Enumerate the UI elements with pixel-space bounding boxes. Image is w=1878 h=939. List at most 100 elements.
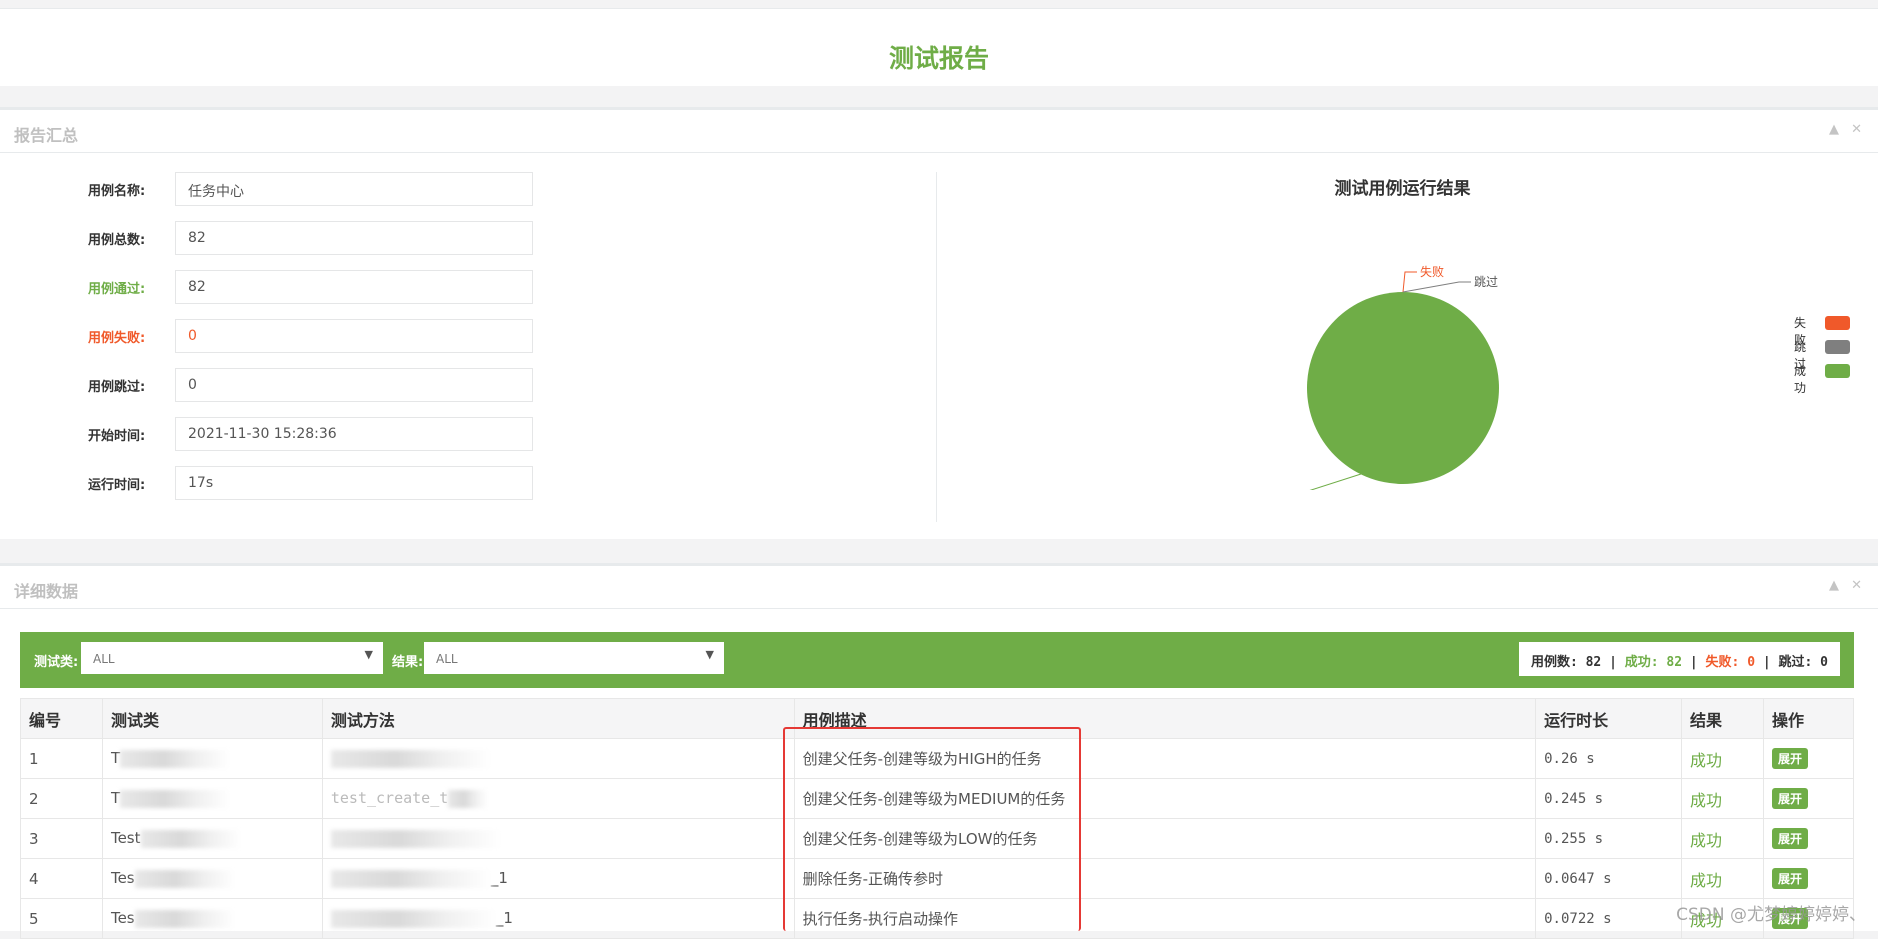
field-label: 用例跳过: [88,380,146,395]
redacted-text [448,789,489,808]
table-row: 1 T 创建父任务-创建等级为HIGH的任务 0.26 s 成功 展开 [20,738,1854,779]
row-id: 1 [20,738,103,779]
legend-swatch-pass [1825,364,1850,378]
collapse-icon[interactable]: ▲ [1829,578,1839,593]
watermark: CSDN @尤梦婷婷婷婷、 [1676,905,1866,925]
table-row: 4 Tes _1 删除任务-正确传参时 0.0647 s 成功 展开 [20,858,1854,899]
expand-button[interactable]: 展开 [1772,748,1809,769]
table-header-row: 编号 测试类 测试方法 用例描述 运行时长 结果 操作 [20,698,1854,739]
legend-swatch-skip [1825,340,1850,354]
row-method [321,738,795,779]
row-method: _1 [321,898,795,939]
row-method: _1 [321,858,795,899]
row-description: 创建父任务-创建等级为LOW的任务 [793,818,1537,859]
row-id: 2 [20,778,103,819]
summary-panel-title: 报告汇总 [14,126,79,145]
page-header: 测试报告 [0,8,1878,86]
row-method [321,818,795,859]
run-time-field[interactable]: 17s [175,466,533,500]
row-description: 创建父任务-创建等级为HIGH的任务 [793,738,1537,779]
row-duration: 0.0722 s [1535,898,1683,939]
panel-tools: ▲ ✕ [1821,122,1862,137]
close-icon[interactable]: ✕ [1851,122,1862,137]
start-time-field[interactable]: 2021-11-30 15:28:36 [175,417,533,451]
column-header[interactable]: 用例描述 [793,698,1537,739]
row-id: 3 [20,818,103,859]
summary-panel: 报告汇总 ▲ ✕ 用例名称: 任务中心 用例总数: 82 用例通过: 82 用例… [0,107,1878,539]
table-row: 2 T test_create_t 创建父任务-创建等级为MEDIUM的任务 0… [20,778,1854,819]
class-filter-label: 测试类: [34,655,79,670]
redacted-text [120,789,231,808]
legend-swatch-fail [1825,316,1850,330]
redacted-text [120,749,231,768]
row-duration: 0.26 s [1535,738,1683,779]
stats-summary: 用例数: 82 | 成功: 82 | 失败: 0 | 跳过: 0 [1518,642,1840,676]
chart-title: 测试用例运行结果 [1334,179,1471,199]
row-description: 创建父任务-创建等级为MEDIUM的任务 [793,778,1537,819]
panel-tools: ▲ ✕ [1821,578,1862,593]
column-header[interactable]: 结果 [1681,698,1764,739]
row-result: 成功 [1681,778,1764,819]
filter-bar: 测试类: ALL ▼ 结果: ALL ▼ 用例数: 82 | 成功: 82 | … [20,632,1854,688]
detail-panel: 详细数据 ▲ ✕ 测试类: ALL ▼ 结果: ALL ▼ 用例数: 82 | … [0,563,1878,939]
skipped-field[interactable]: 0 [175,368,533,402]
column-header[interactable]: 编号 [20,698,103,739]
redacted-text [134,869,235,888]
row-description: 执行任务-执行启动操作 [793,898,1537,939]
case-name-field[interactable]: 任务中心 [175,172,533,206]
expand-button[interactable]: 展开 [1772,868,1809,889]
row-id: 5 [20,898,103,939]
row-method: test_create_t [321,778,795,819]
table-row: 5 Tes _1 执行任务-执行启动操作 0.0722 s 成功 展开 [20,898,1854,939]
detail-panel-title: 详细数据 [14,582,79,601]
page-title: 测试报告 [888,44,989,73]
row-action: 展开 [1763,738,1854,779]
expand-button[interactable]: 展开 [1772,788,1809,809]
class-filter-select[interactable]: ALL ▼ [81,642,383,674]
redacted-text [330,749,491,768]
pie-label-skip: 跳过 [1474,275,1498,289]
total-field[interactable]: 82 [175,221,533,255]
redacted-text [140,829,241,848]
pie-chart: 失败跳过成功 [1307,264,1499,490]
row-duration: 0.255 s [1535,818,1683,859]
redacted-text [330,829,501,848]
row-duration: 0.0647 s [1535,858,1683,899]
divider [936,172,937,522]
row-id: 4 [20,858,103,899]
column-header[interactable]: 运行时长 [1535,698,1683,739]
row-duration: 0.245 s [1535,778,1683,819]
top-strip [0,0,1878,8]
redacted-text [330,909,496,928]
row-result: 成功 [1681,818,1764,859]
passed-field[interactable]: 82 [175,270,533,304]
row-result: 成功 [1681,858,1764,899]
collapse-icon[interactable]: ▲ [1829,122,1839,137]
row-class: Test [101,818,323,859]
column-header[interactable]: 测试方法 [321,698,795,739]
row-action: 展开 [1763,778,1854,819]
summary-panel-header: 报告汇总 ▲ ✕ [0,110,1878,153]
leader-line-pass [1309,473,1362,490]
close-icon[interactable]: ✕ [1851,578,1862,593]
failed-field[interactable]: 0 [175,319,533,353]
row-action: 展开 [1763,858,1854,899]
field-label: 用例失败: [88,331,146,346]
expand-button[interactable]: 展开 [1772,828,1809,849]
redacted-text [134,909,235,928]
row-action: 展开 [1763,818,1854,859]
chevron-down-icon: ▼ [705,648,714,661]
row-class: T [101,738,323,779]
pie-slice-成功[interactable] [1307,292,1499,484]
row-class: Tes [101,858,323,899]
result-filter-select[interactable]: ALL ▼ [424,642,724,674]
column-header[interactable]: 测试类 [101,698,323,739]
column-header[interactable]: 操作 [1763,698,1854,739]
pie-label-fail: 失败 [1420,264,1444,279]
results-table: 编号 测试类 测试方法 用例描述 运行时长 结果 操作 1 T 创建父任务-创建… [20,698,1854,939]
field-label: 开始时间: [88,429,146,444]
field-label: 运行时间: [88,478,146,493]
row-result: 成功 [1681,738,1764,779]
row-description: 删除任务-正确传参时 [793,858,1537,899]
row-class: Tes [101,898,323,939]
